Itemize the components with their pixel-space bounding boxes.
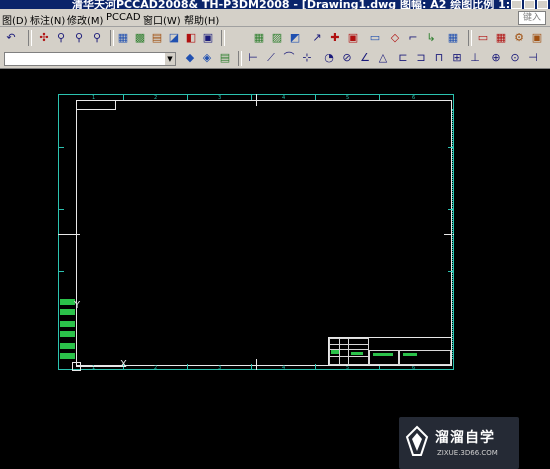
datum-icon[interactable]: ⊕	[489, 51, 503, 65]
watermark-logo-icon	[405, 425, 429, 456]
zone-number: 3	[218, 95, 222, 101]
close-button[interactable]	[537, 0, 548, 9]
roughness-icon[interactable]: ⊥	[468, 51, 482, 65]
hatch-icon[interactable]: ▣	[346, 31, 360, 45]
aligned-dim-icon[interactable]: ⟋	[264, 51, 278, 65]
markup-icon[interactable]: ◪	[167, 31, 181, 45]
center-mark	[256, 94, 257, 106]
toolbar-separator	[468, 30, 472, 46]
linear-dim-icon[interactable]: ⊢	[246, 51, 260, 65]
radius-dim-icon[interactable]: ◔	[322, 51, 336, 65]
continue-dim-icon[interactable]: ⊐	[414, 51, 428, 65]
pan-icon[interactable]: ✣	[37, 31, 51, 45]
zoom-window-icon[interactable]: ⚲	[72, 31, 86, 45]
properties-icon[interactable]: ▦	[116, 31, 130, 45]
dimension-icon[interactable]: ◩	[288, 31, 302, 45]
table-icon[interactable]: ▨	[270, 31, 284, 45]
toolbar-separator	[110, 30, 114, 46]
angular-dim-icon[interactable]: ∠	[358, 51, 372, 65]
zoom-previous-icon[interactable]: ⚲	[90, 31, 104, 45]
zone-number: 2	[154, 365, 158, 371]
menu-help[interactable]: 帮助(H)	[184, 12, 219, 27]
undo-icon[interactable]: ↶	[4, 31, 18, 45]
menu-draw[interactable]: 图(D)	[2, 12, 28, 27]
layer-combo[interactable]: ▼	[4, 52, 176, 66]
watermark-name: 溜溜自学	[435, 430, 495, 446]
ucs-origin-box	[72, 362, 81, 371]
block-icon[interactable]: ▦	[252, 31, 266, 45]
leader-icon[interactable]: ↗	[310, 31, 324, 45]
ucs-x-label: X	[120, 359, 127, 370]
menu-bar: 图(D) 标注(N) 修改(M) PCCAD 窗口(W) 帮助(H) 键入	[0, 9, 550, 27]
minimize-button[interactable]	[511, 0, 522, 9]
layer-freeze-icon[interactable]: ◈	[200, 51, 214, 65]
toolbar-separator	[28, 30, 32, 46]
standard-toolbar: ↶ ✣ ⚲ ⚲ ⚲ ▦ ▩ ▤ ◪ ◧ ▣ ▦ ▨ ◩ ↗ ✚ ▣ ▭ ◇ ⌐ …	[0, 27, 550, 50]
layer-state-icon[interactable]: ◆	[183, 51, 197, 65]
zone-number: 3	[218, 365, 222, 371]
menu-pccad[interactable]: PCCAD	[106, 12, 141, 23]
gear-icon[interactable]: ⚙	[512, 31, 526, 45]
leader-note-icon[interactable]: ⊣	[526, 51, 540, 65]
layer-lock-icon[interactable]: ▤	[218, 51, 232, 65]
calculator-icon[interactable]: ▣	[201, 31, 215, 45]
drawing-canvas[interactable]: 1 2 3 4 5 6 1 2 3 4 5 6 X Y 溜溜自学 ZIXUE.3…	[0, 69, 550, 469]
maximize-button[interactable]	[524, 0, 535, 9]
menu-dimension[interactable]: 标注(N)	[30, 12, 65, 27]
drawing-frame-inner	[76, 100, 452, 366]
diameter-dim-icon[interactable]: ⊘	[340, 51, 354, 65]
part-icon[interactable]: ▭	[476, 31, 490, 45]
window-title: 清华天河PCCAD2008& TH-P3DM2008 - [Drawing1.d…	[72, 0, 523, 9]
chevron-down-icon[interactable]: ▼	[165, 53, 175, 65]
design-center-icon[interactable]: ▩	[133, 31, 147, 45]
chamfer-icon[interactable]: ⌐	[406, 31, 420, 45]
baseline-dim-icon[interactable]: ⊏	[396, 51, 410, 65]
drawing-code-box	[77, 101, 116, 110]
weld-icon[interactable]: ⊙	[508, 51, 522, 65]
tool-palette-icon[interactable]: ▤	[150, 31, 164, 45]
layer-icon[interactable]: ◧	[184, 31, 198, 45]
center-mark-icon[interactable]: ⊞	[450, 51, 464, 65]
window-controls	[511, 0, 548, 9]
tolerance-icon[interactable]: ⊓	[432, 51, 446, 65]
toolbar-separator	[238, 51, 242, 66]
watermark-url: ZIXUE.3D66.COM	[437, 449, 498, 457]
zone-number: 1	[92, 95, 96, 101]
fillet-icon[interactable]: ◇	[388, 31, 402, 45]
title-block	[328, 337, 452, 366]
zone-number: 2	[154, 95, 158, 101]
toolbar-separator	[221, 30, 225, 46]
zone-number: 4	[282, 365, 286, 371]
zone-number: 4	[282, 95, 286, 101]
zoom-realtime-icon[interactable]: ⚲	[54, 31, 68, 45]
text-edit-icon[interactable]: ↳	[424, 31, 438, 45]
ordinate-dim-icon[interactable]: ⊹	[300, 51, 314, 65]
ucs-y-label: Y	[74, 300, 81, 311]
library-icon[interactable]: ▦	[494, 31, 508, 45]
settings-icon[interactable]: ▣	[530, 31, 544, 45]
zone-number: 5	[346, 95, 350, 101]
section-icon[interactable]: ▭	[368, 31, 382, 45]
menu-modify[interactable]: 修改(M)	[67, 12, 103, 27]
arc-dim-icon[interactable]: ⌒	[282, 51, 296, 65]
zone-number: 6	[412, 95, 416, 101]
bom-icon[interactable]: ▦	[446, 31, 460, 45]
menu-window[interactable]: 窗口(W)	[143, 12, 181, 27]
quick-dim-icon[interactable]: △	[376, 51, 390, 65]
command-search-input[interactable]: 键入	[518, 11, 546, 25]
center-mark	[58, 234, 80, 235]
center-mark	[256, 359, 257, 370]
dimension-toolbar: ▼ ◆ ◈ ▤ ⊢ ⟋ ⌒ ⊹ ◔ ⊘ ∠ △ ⊏ ⊐ ⊓ ⊞ ⊥ ⊕ ⊙ ⊣	[0, 49, 550, 69]
symbol-icon[interactable]: ✚	[328, 31, 342, 45]
edge-ticks	[452, 109, 455, 359]
title-bar: 清华天河PCCAD2008& TH-P3DM2008 - [Drawing1.d…	[0, 0, 550, 9]
watermark: 溜溜自学 ZIXUE.3D66.COM	[399, 417, 519, 469]
